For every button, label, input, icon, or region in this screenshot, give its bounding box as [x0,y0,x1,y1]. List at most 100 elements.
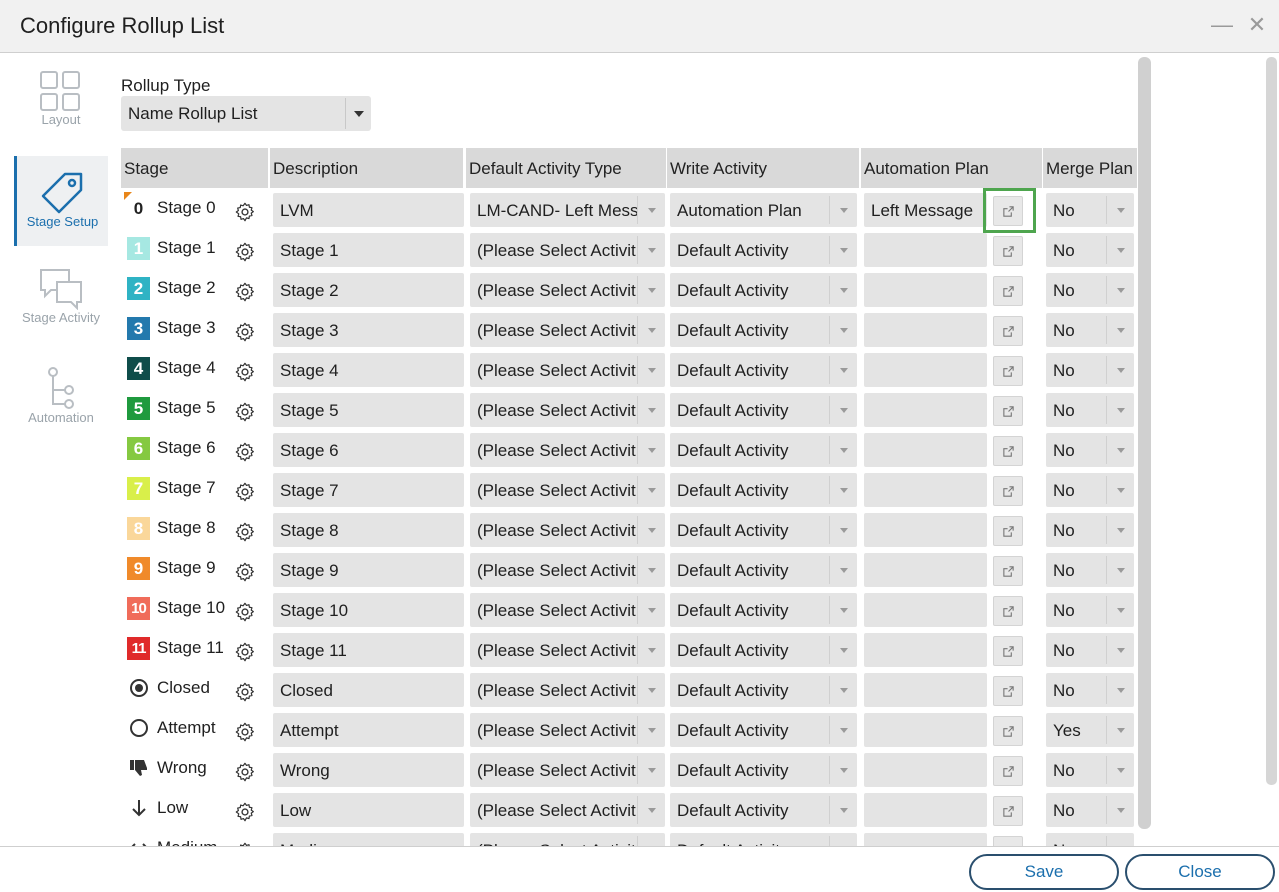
write-activity-select[interactable]: Default Activity [670,273,857,307]
write-activity-select[interactable]: Default Activity [670,593,857,627]
description-field[interactable]: Stage 10 [273,593,464,627]
description-field[interactable]: Stage 1 [273,233,464,267]
automation-plan-field[interactable] [864,553,987,587]
open-external-icon[interactable] [993,316,1023,346]
nav-item-stage-activity[interactable]: Stage Activity [14,266,108,340]
write-activity-select[interactable]: Default Activity [670,753,857,787]
activity-type-select[interactable]: (Please Select Activit [470,433,665,467]
activity-type-select[interactable]: (Please Select Activit [470,233,665,267]
nav-item-layout[interactable]: Layout [14,68,108,142]
automation-plan-field[interactable] [864,433,987,467]
activity-type-select[interactable]: (Please Select Activit [470,593,665,627]
merge-plan-select[interactable]: No [1046,193,1134,227]
activity-type-select[interactable]: (Please Select Activit [470,313,665,347]
open-external-icon[interactable] [993,436,1023,466]
save-button[interactable]: Save [969,854,1119,890]
gear-icon[interactable] [234,521,256,543]
merge-plan-select[interactable]: No [1046,393,1134,427]
gear-icon[interactable] [234,721,256,743]
gear-icon[interactable] [234,201,256,223]
gear-icon[interactable] [234,561,256,583]
write-activity-select[interactable]: Default Activity [670,393,857,427]
merge-plan-select[interactable]: No [1046,273,1134,307]
gear-icon[interactable] [234,321,256,343]
close-window-button[interactable]: ✕ [1246,12,1268,38]
open-external-icon[interactable] [993,476,1023,506]
gear-icon[interactable] [234,641,256,663]
activity-type-select[interactable]: LM-CAND- Left Mess [470,193,665,227]
activity-type-select[interactable]: (Please Select Activit [470,793,665,827]
description-field[interactable]: Low [273,793,464,827]
automation-plan-field[interactable]: Left Message [864,193,987,227]
write-activity-select[interactable]: Default Activity [670,233,857,267]
merge-plan-select[interactable]: No [1046,793,1134,827]
merge-plan-select[interactable]: No [1046,593,1134,627]
write-activity-select[interactable]: Default Activity [670,793,857,827]
open-external-icon[interactable] [993,396,1023,426]
write-activity-select[interactable]: Default Activity [670,473,857,507]
gear-icon[interactable] [234,401,256,423]
description-field[interactable]: Wrong [273,753,464,787]
minimize-button[interactable]: — [1211,12,1233,38]
description-field[interactable]: LVM [273,193,464,227]
write-activity-select[interactable]: Default Activity [670,313,857,347]
write-activity-select[interactable]: Default Activity [670,353,857,387]
merge-plan-select[interactable]: No [1046,433,1134,467]
automation-plan-field[interactable] [864,713,987,747]
write-activity-select[interactable]: Default Activity [670,513,857,547]
activity-type-select[interactable]: (Please Select Activit [470,473,665,507]
write-activity-select[interactable]: Default Activity [670,553,857,587]
open-external-icon[interactable] [993,836,1023,846]
automation-plan-field[interactable] [864,753,987,787]
merge-plan-select[interactable]: No [1046,313,1134,347]
gear-icon[interactable] [234,681,256,703]
gear-icon[interactable] [234,241,256,263]
description-field[interactable]: Medium [273,833,464,846]
write-activity-select[interactable]: Automation Plan [670,193,857,227]
grid-scrollbar[interactable] [1138,57,1151,829]
gear-icon[interactable] [234,481,256,503]
open-external-icon[interactable] [993,236,1023,266]
open-external-icon[interactable] [993,636,1023,666]
automation-plan-field[interactable] [864,513,987,547]
write-activity-select[interactable]: Default Activity [670,713,857,747]
gear-icon[interactable] [234,281,256,303]
automation-plan-field[interactable] [864,353,987,387]
activity-type-select[interactable]: (Please Select Activit [470,353,665,387]
automation-plan-field[interactable] [864,473,987,507]
description-field[interactable]: Attempt [273,713,464,747]
merge-plan-select[interactable]: No [1046,833,1134,846]
activity-type-select[interactable]: (Please Select Activit [470,833,665,846]
merge-plan-select[interactable]: No [1046,673,1134,707]
gear-icon[interactable] [234,601,256,623]
activity-type-select[interactable]: (Please Select Activit [470,753,665,787]
automation-plan-field[interactable] [864,273,987,307]
merge-plan-select[interactable]: No [1046,473,1134,507]
description-field[interactable]: Stage 9 [273,553,464,587]
open-external-icon[interactable] [993,276,1023,306]
automation-plan-field[interactable] [864,633,987,667]
activity-type-select[interactable]: (Please Select Activit [470,273,665,307]
automation-plan-field[interactable] [864,793,987,827]
merge-plan-select[interactable]: No [1046,753,1134,787]
automation-plan-field[interactable] [864,593,987,627]
merge-plan-select[interactable]: No [1046,233,1134,267]
open-external-icon[interactable] [993,756,1023,786]
open-external-icon[interactable] [993,556,1023,586]
merge-plan-select[interactable]: No [1046,513,1134,547]
merge-plan-select[interactable]: No [1046,553,1134,587]
automation-plan-field[interactable] [864,233,987,267]
open-external-icon[interactable] [993,356,1023,386]
description-field[interactable]: Stage 11 [273,633,464,667]
merge-plan-select[interactable]: No [1046,353,1134,387]
automation-plan-field[interactable] [864,673,987,707]
automation-plan-field[interactable] [864,313,987,347]
nav-item-automation[interactable]: Automation [14,366,108,440]
description-field[interactable]: Stage 2 [273,273,464,307]
close-button[interactable]: Close [1125,854,1275,890]
gear-icon[interactable] [234,361,256,383]
write-activity-select[interactable]: Default Activity [670,673,857,707]
description-field[interactable]: Closed [273,673,464,707]
rollup-type-select[interactable]: Name Rollup List [121,96,371,131]
open-external-icon[interactable] [993,196,1023,226]
